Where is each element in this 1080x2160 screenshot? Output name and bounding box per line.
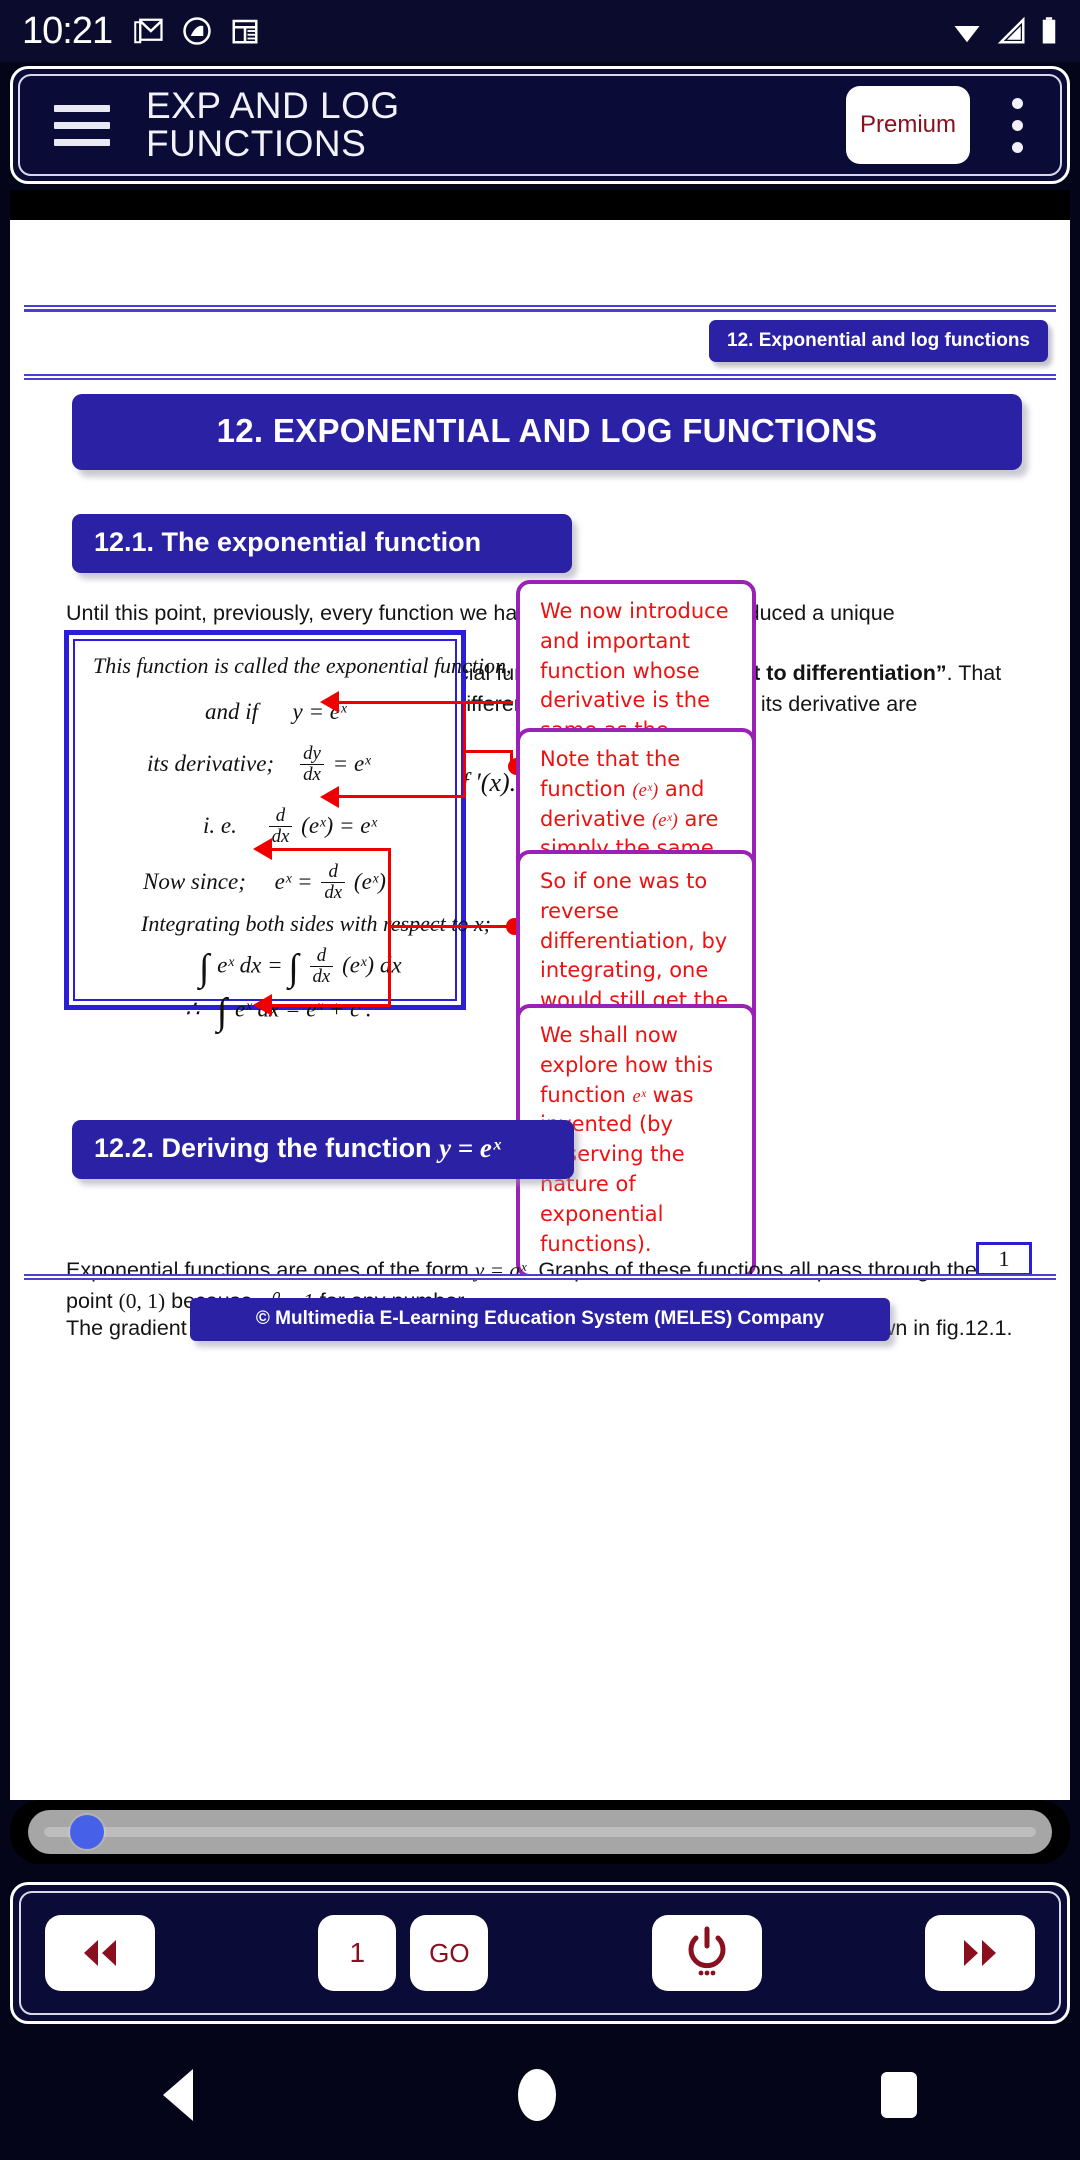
- app-bar: EXP AND LOG FUNCTIONS Premium: [10, 66, 1070, 184]
- connector-vertical-2: [388, 848, 391, 928]
- home-icon[interactable]: [517, 2069, 556, 2121]
- copyright-footer: © Multimedia E-Learning Education System…: [190, 1298, 890, 1341]
- premium-button[interactable]: Premium: [846, 86, 970, 164]
- math-line-7-fraction: d dx: [309, 944, 334, 987]
- math-line-7: ∫ eˣ dx = ∫ d dx (eˣ) dx: [199, 945, 402, 989]
- arrow-head-1b: [320, 786, 339, 808]
- integral-sign-icon-2: ∫: [288, 947, 299, 989]
- android-navigation-bar: [0, 2030, 1080, 2160]
- integral-sign-icon-3: ∫: [216, 991, 228, 1033]
- player-controls-inner: 1 GO: [19, 1891, 1061, 2015]
- section-12-2-math: y = eˣ: [439, 1133, 502, 1163]
- player-controls: 1 GO: [10, 1882, 1070, 2024]
- page-input[interactable]: 1: [318, 1915, 397, 1991]
- chapter-title: 12. EXPONENTIAL AND LOG FUNCTIONS: [72, 394, 1022, 470]
- status-clock: 10:21: [22, 9, 113, 52]
- app-bar-inner: EXP AND LOG FUNCTIONS Premium: [18, 74, 1062, 176]
- math-derivation-box: This function is called the exponential …: [64, 630, 540, 1033]
- math-line-5-denominator: dx: [321, 881, 346, 903]
- math-line-7-numerator: d: [316, 944, 327, 966]
- rewind-icon: [84, 1940, 116, 1966]
- math-line-3-numerator: dy: [303, 743, 321, 764]
- callout-2-math-2: (eˣ): [652, 809, 678, 830]
- math-line-3-label: its derivative;: [147, 750, 275, 776]
- math-line-4-label: i. e.: [203, 812, 237, 838]
- math-line-8-prefix: ∴: [185, 996, 200, 1022]
- math-line-3-fraction: dy dx: [300, 744, 324, 785]
- rewind-button[interactable]: [45, 1915, 155, 1991]
- gmail-icon: [134, 18, 163, 44]
- math-line-5-rhs: (eˣ): [353, 868, 386, 894]
- document-viewer[interactable]: 12. Exponential and log functions 12. EX…: [10, 220, 1070, 1800]
- seek-thumb[interactable]: [70, 1815, 104, 1849]
- footer-rule: [24, 1274, 1056, 1280]
- math-line-5-label: Now since;: [143, 868, 246, 894]
- integral-sign-icon: ∫: [199, 947, 210, 989]
- page-title: EXP AND LOG FUNCTIONS: [146, 84, 400, 164]
- math-line-5-numerator: d: [328, 861, 338, 882]
- math-line-7-rhs: (eˣ) dx: [342, 952, 402, 978]
- arrow-head-1a: [320, 691, 339, 713]
- page-number-box: 1: [976, 1242, 1032, 1276]
- go-button[interactable]: GO: [410, 1915, 489, 1991]
- math-line-4-fraction: d dx: [268, 805, 293, 847]
- math-line-8: ∴ ∫ eˣ dx = eˣ + c .: [185, 989, 372, 1033]
- section-12-2-label: 12.2. Deriving the function: [94, 1133, 440, 1163]
- connector-stem-1: [463, 750, 513, 753]
- math-line-4-rhs: (eˣ) = eˣ: [301, 812, 377, 838]
- connector-vertical-2b: [388, 925, 391, 1007]
- connector-horizontal-2a: [272, 848, 391, 851]
- kebab-menu-icon[interactable]: [994, 86, 1040, 164]
- power-button[interactable]: [651, 1915, 762, 1991]
- math-line-6: Integrating both sides with respect to x…: [141, 911, 491, 936]
- section-heading-12-2: 12.2. Deriving the function y = eˣ: [72, 1120, 574, 1179]
- hamburger-icon[interactable]: [54, 104, 110, 146]
- signal-icon: [997, 16, 1025, 44]
- math-line-4: i. e. d dx (eˣ) = eˣ: [203, 805, 377, 848]
- arrow-head-2: [253, 838, 272, 860]
- back-icon[interactable]: [162, 2069, 193, 2121]
- app-circle-icon: [183, 17, 211, 45]
- connector-horizontal-2c: [272, 1004, 391, 1007]
- callout-2-math-1: (eˣ): [632, 779, 659, 800]
- status-system-icons: [950, 16, 1058, 46]
- connector-horizontal-2b: [388, 925, 513, 928]
- recents-icon[interactable]: [881, 2072, 918, 2118]
- math-line-5-lhs: eˣ =: [274, 868, 313, 894]
- math-line-3-denominator: dx: [300, 763, 324, 785]
- power-icon: [688, 1926, 726, 1976]
- header-rule-top: [24, 304, 1056, 313]
- callout-4-math-1: eˣ: [632, 1085, 646, 1106]
- math-line-4-numerator: d: [275, 805, 286, 826]
- wifi-icon: [954, 26, 980, 43]
- connector-horizontal-1b: [339, 701, 465, 704]
- connector-horizontal-1c: [339, 795, 465, 798]
- section-heading-12-1: 12.1. The exponential function: [72, 514, 572, 573]
- notes-icon: [232, 19, 258, 44]
- math-line-5: Now since; eˣ = d dx (eˣ): [143, 861, 386, 904]
- math-line-4-denominator: dx: [268, 825, 293, 847]
- math-line-3-rhs: = eˣ: [332, 750, 371, 776]
- breadcrumb: 12. Exponential and log functions: [709, 320, 1048, 362]
- phone-screen: 10:21 EXP AND LOG FUNCTIONS Premium 12. …: [0, 0, 1080, 2160]
- header-rule-bottom: [24, 374, 1056, 380]
- paragraph-3-math-2: (0, 1): [118, 1289, 166, 1314]
- math-line-7-denominator: dx: [309, 965, 334, 987]
- math-line-5-fraction: d dx: [321, 861, 346, 903]
- arrow-head-3: [253, 994, 272, 1016]
- seek-fill: [44, 1827, 1036, 1837]
- math-line-1: This function is called the exponential …: [93, 653, 541, 678]
- seek-bar[interactable]: [10, 1800, 1070, 1864]
- math-line-3: its derivative; dy dx = eˣ: [147, 744, 371, 786]
- status-bar: 10:21: [0, 0, 1080, 62]
- connector-horizontal-1a: [463, 701, 513, 704]
- battery-icon: [1042, 17, 1056, 44]
- status-notification-icons: [134, 16, 260, 46]
- seek-track[interactable]: [28, 1810, 1052, 1854]
- viewer-top-strip: [10, 190, 1070, 220]
- forward-button[interactable]: [924, 1915, 1035, 1991]
- fast-forward-icon: [963, 1940, 996, 1966]
- math-line-2-label: and if: [205, 699, 259, 724]
- math-line-7-lhs: eˣ dx =: [217, 952, 283, 978]
